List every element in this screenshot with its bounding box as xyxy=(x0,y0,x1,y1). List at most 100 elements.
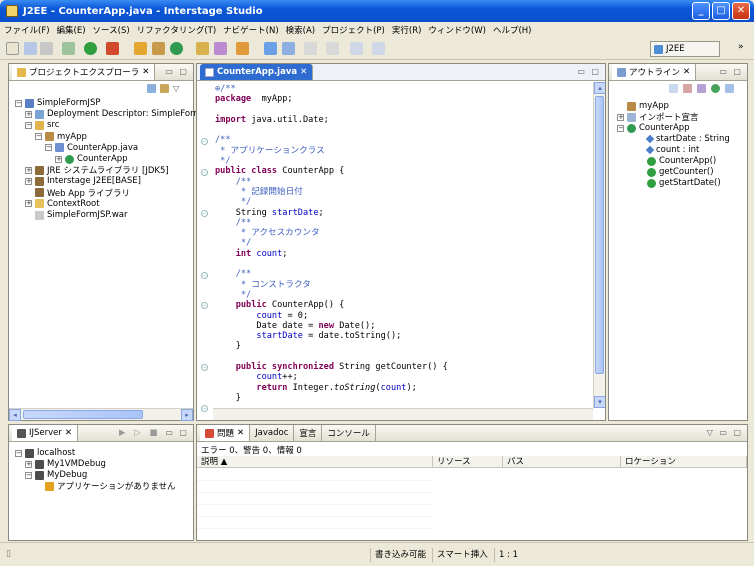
scroll-left-button[interactable]: ◂ xyxy=(9,409,21,421)
maximize-button[interactable]: □ xyxy=(712,2,730,20)
tree-item[interactable]: + Deployment Descriptor: SimpleForm xyxy=(25,108,202,120)
fold-icon[interactable]: − xyxy=(201,138,208,145)
view-controls-icon[interactable]: ▭ ▢ xyxy=(165,428,189,437)
expand-icon[interactable]: + xyxy=(25,177,32,185)
menu-item[interactable]: 編集(E) xyxy=(57,24,86,36)
expand-icon[interactable]: + xyxy=(617,113,624,121)
close-tab-icon[interactable]: ✕ xyxy=(300,67,307,77)
collapse-icon[interactable]: − xyxy=(25,471,32,479)
hide-fields-icon[interactable] xyxy=(683,84,692,93)
collapse-all-icon[interactable] xyxy=(147,84,156,93)
collapse-icon[interactable]: − xyxy=(45,144,52,152)
tree-item[interactable]: Web App ライブラリ xyxy=(25,187,130,199)
column-header[interactable]: リソース xyxy=(433,456,503,468)
close-button[interactable]: ✕ xyxy=(732,2,750,20)
more-perspectives-icon[interactable]: » xyxy=(738,42,744,52)
forward-icon[interactable] xyxy=(372,42,385,55)
fold-icon[interactable]: − xyxy=(201,210,208,217)
collapse-icon[interactable]: − xyxy=(617,124,624,132)
view-controls-icon[interactable]: ▭ ▢ xyxy=(719,67,743,76)
print-icon[interactable] xyxy=(40,42,53,55)
tab-counterapp-java[interactable]: CounterApp.java ✕ xyxy=(200,64,314,80)
collapse-icon[interactable]: − xyxy=(15,449,22,457)
view-menu-icon[interactable]: ▽ xyxy=(173,84,179,93)
close-tab-icon[interactable]: ✕ xyxy=(237,428,244,438)
collapse-icon[interactable]: − xyxy=(25,121,32,129)
back-icon[interactable] xyxy=(350,42,363,55)
tab-outline[interactable]: アウトライン ✕ xyxy=(612,64,697,80)
search-icon[interactable] xyxy=(236,42,249,55)
tree-item[interactable]: アプリケーションがありません xyxy=(35,480,176,492)
horizontal-scrollbar[interactable] xyxy=(213,408,593,420)
tree-item[interactable]: SimpleFormJSP.war xyxy=(25,209,128,221)
hide-local-types-icon[interactable] xyxy=(725,84,734,93)
tree-item[interactable]: getStartDate() xyxy=(637,177,721,189)
minimize-button[interactable]: _ xyxy=(692,2,710,20)
tab-console[interactable]: コンソール xyxy=(322,425,376,441)
link-editor-icon[interactable] xyxy=(160,84,169,93)
scroll-down-button[interactable]: ▾ xyxy=(594,396,605,408)
menu-item[interactable]: 実行(R) xyxy=(392,24,422,36)
vertical-scroll-thumb[interactable] xyxy=(595,96,604,374)
tree-item[interactable]: + CounterApp xyxy=(55,153,128,165)
fold-icon[interactable]: − xyxy=(201,169,208,176)
new-class-icon[interactable] xyxy=(170,42,183,55)
tab-declaration[interactable]: 宣言 xyxy=(294,425,323,441)
expand-icon[interactable]: + xyxy=(25,200,32,208)
hide-nonpublic-icon[interactable] xyxy=(711,84,720,93)
vertical-scrollbar[interactable]: ▴ ▾ xyxy=(593,82,605,408)
tab-project-explorer[interactable]: プロジェクトエクスプローラ ✕ xyxy=(12,64,156,80)
expand-icon[interactable]: + xyxy=(55,155,62,163)
fast-view-icon[interactable]: ▯ xyxy=(6,549,16,559)
scroll-up-button[interactable]: ▴ xyxy=(594,82,605,94)
tab-ijserver[interactable]: IJServer ✕ xyxy=(12,425,79,441)
mark-occurrences-icon[interactable] xyxy=(264,42,277,55)
scroll-right-button[interactable]: ▸ xyxy=(181,409,193,421)
tab-javadoc[interactable]: Javadoc xyxy=(250,425,295,441)
fold-icon[interactable]: − xyxy=(201,364,208,371)
debug-icon[interactable] xyxy=(62,42,75,55)
perspective-switcher[interactable]: J2EE xyxy=(650,41,720,57)
column-header[interactable]: ロケーション xyxy=(621,456,747,468)
toggle-icon[interactable] xyxy=(282,42,295,55)
horizontal-scroll-thumb[interactable] xyxy=(23,410,143,419)
collapse-icon[interactable]: − xyxy=(35,133,42,141)
expand-icon[interactable]: + xyxy=(25,110,32,118)
view-controls-icon[interactable]: ▭ ▢ xyxy=(577,67,601,76)
tree-item[interactable]: − myApp xyxy=(35,131,87,143)
close-tab-icon[interactable]: ✕ xyxy=(683,67,690,77)
tree-item[interactable]: + Interstage J2EE[BASE] xyxy=(25,175,141,187)
new-project-icon[interactable] xyxy=(134,42,147,55)
fold-icon[interactable]: − xyxy=(201,405,208,412)
save-icon[interactable] xyxy=(24,42,37,55)
menu-item[interactable]: ウィンドウ(W) xyxy=(428,24,486,36)
menu-item[interactable]: プロジェクト(P) xyxy=(322,24,385,36)
column-header[interactable]: パス xyxy=(503,456,621,468)
server-actions-icon[interactable]: ▶ ▷ ■ xyxy=(119,428,161,438)
open-type-icon[interactable] xyxy=(196,42,209,55)
open-resource-icon[interactable] xyxy=(214,42,227,55)
column-header[interactable]: 説明 ▲ xyxy=(197,456,433,468)
code-area[interactable]: − − − − − − − ⊕/** package myApp; import … xyxy=(197,82,605,420)
fold-icon[interactable]: − xyxy=(201,302,208,309)
fold-icon[interactable]: − xyxy=(201,272,208,279)
next-annotation-icon[interactable] xyxy=(304,42,317,55)
hide-static-icon[interactable] xyxy=(697,84,706,93)
menu-item[interactable]: ナビゲート(N) xyxy=(223,24,279,36)
view-controls-icon[interactable]: ▭ ▢ xyxy=(165,67,189,76)
menu-item[interactable]: ヘルプ(H) xyxy=(493,24,532,36)
expand-icon[interactable]: + xyxy=(25,166,32,174)
previous-annotation-icon[interactable] xyxy=(326,42,339,55)
menu-item[interactable]: リファクタリング(T) xyxy=(137,24,217,36)
run-icon[interactable] xyxy=(84,42,97,55)
collapse-icon[interactable]: − xyxy=(15,99,22,107)
close-tab-icon[interactable]: ✕ xyxy=(65,428,72,438)
view-controls-icon[interactable]: ▽ ▭ ▢ xyxy=(707,428,743,437)
tree-item[interactable]: − SimpleFormJSP xyxy=(15,97,100,109)
tree-item[interactable]: + ContextRoot xyxy=(25,198,100,210)
sort-icon[interactable] xyxy=(669,84,678,93)
tree-item[interactable]: − src xyxy=(25,119,59,131)
new-package-icon[interactable] xyxy=(152,42,165,55)
tree-item[interactable]: − CounterApp.java xyxy=(45,142,138,154)
menu-item[interactable]: ファイル(F) xyxy=(4,24,50,36)
